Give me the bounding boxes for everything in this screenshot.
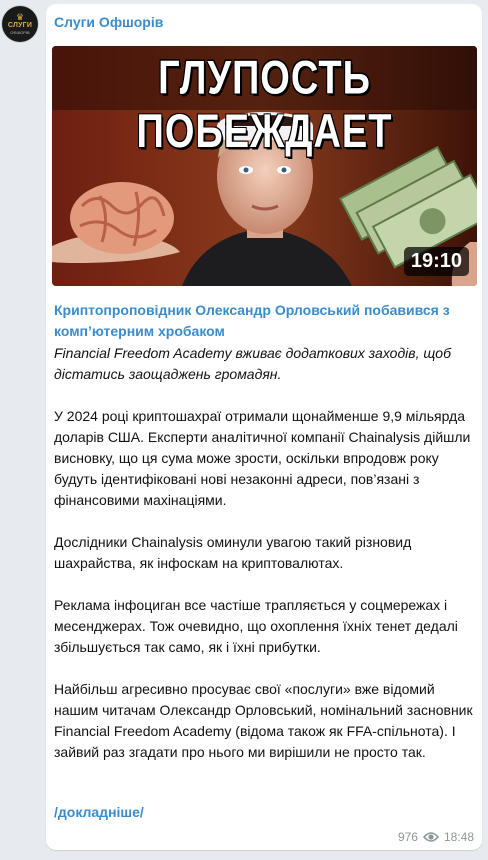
avatar-logo-text: СЛУГИ — [7, 22, 33, 29]
read-more-link[interactable]: /докладніше/ — [54, 804, 144, 820]
thumbnail-title: ГЛУПОСТЬ ПОБЕЖДАЕТ — [136, 52, 393, 159]
post-paragraph: У 2024 році криптошахраї отримали щонайм… — [54, 408, 471, 508]
channel-name[interactable]: Слуги Офшорів — [54, 14, 163, 30]
crown-icon: ♛ — [15, 12, 25, 22]
channel-avatar[interactable]: ♛ СЛУГИ ОФШОРІВ — [2, 6, 38, 42]
post-paragraph: Найбільш агресивно просуває свої «послуг… — [54, 681, 473, 760]
post-paragraph: Реклама інфоциган все частіше трапляєтьс… — [54, 597, 458, 655]
views-count: 976 — [397, 830, 418, 844]
message-meta: 976 18:48 — [398, 830, 474, 844]
avatar-logo-subtext: ОФШОРІВ — [10, 30, 30, 35]
video-duration: 19:10 — [403, 247, 469, 276]
post-lead: Financial Freedom Academy вживає додатко… — [54, 345, 451, 382]
message-time: 18:48 — [443, 830, 474, 844]
eye-icon — [422, 831, 439, 843]
post-headline[interactable]: Криптопроповідник Олександр Орловський п… — [54, 300, 474, 342]
video-thumbnail[interactable]: ГЛУПОСТЬ ПОБЕЖДАЕТ 19:10 — [52, 46, 477, 286]
message-bubble: Слуги Офшорів ГЛУПОСТЬ ПОБЕЖДАЕТ 19:10 К… — [46, 4, 482, 850]
post-paragraph: Дослідники Chainalysis оминули увагою та… — [54, 534, 412, 571]
